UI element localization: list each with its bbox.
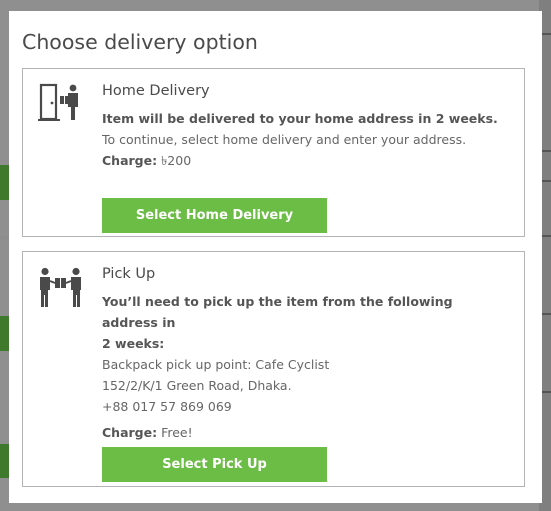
pick-up-description-line-1: You’ll need to pick up the item from the… (102, 294, 453, 330)
pick-up-title: Pick Up (102, 266, 156, 282)
background-mark (541, 33, 551, 35)
charge-value: Free! (157, 425, 193, 440)
handover-icon (38, 267, 84, 313)
background-mark (541, 313, 551, 315)
home-delivery-title: Home Delivery (102, 83, 210, 99)
pick-up-details: Pick Up You’ll need to pick up the item … (102, 266, 510, 443)
background-mark (541, 150, 551, 152)
door-delivery-icon (38, 82, 84, 128)
pick-up-address: 152/2/K/1 Green Road, Dhaka. (102, 378, 292, 393)
pick-up-description-line-2: 2 weeks: (102, 336, 165, 351)
home-delivery-card: Home Delivery Item will be delivered to … (22, 68, 525, 237)
home-delivery-details: Home Delivery Item will be delivered to … (102, 83, 510, 171)
select-home-delivery-button[interactable]: Select Home Delivery (102, 198, 327, 233)
background-mark (541, 235, 551, 237)
background-mark (541, 180, 551, 182)
charge-label: Charge: (102, 425, 158, 440)
pick-up-phone: +88 017 57 869 069 (102, 399, 232, 414)
delivery-option-modal: Choose delivery option Home Delivery Ite… (9, 11, 542, 503)
pick-up-card: Pick Up You’ll need to pick up the item … (22, 251, 525, 487)
background-mark (541, 391, 551, 393)
home-delivery-instruction: To continue, select home delivery and en… (102, 132, 467, 147)
modal-title: Choose delivery option (22, 30, 258, 54)
select-pick-up-button[interactable]: Select Pick Up (102, 447, 327, 482)
charge-label: Charge: (102, 153, 158, 168)
home-delivery-charge: Charge: ৳200 (102, 150, 510, 171)
charge-value: ৳200 (157, 153, 192, 168)
pick-up-point-name: Backpack pick up point: Cafe Cyclist (102, 357, 330, 372)
pick-up-charge: Charge: Free! (102, 422, 510, 443)
home-delivery-description: Item will be delivered to your home addr… (102, 111, 498, 126)
